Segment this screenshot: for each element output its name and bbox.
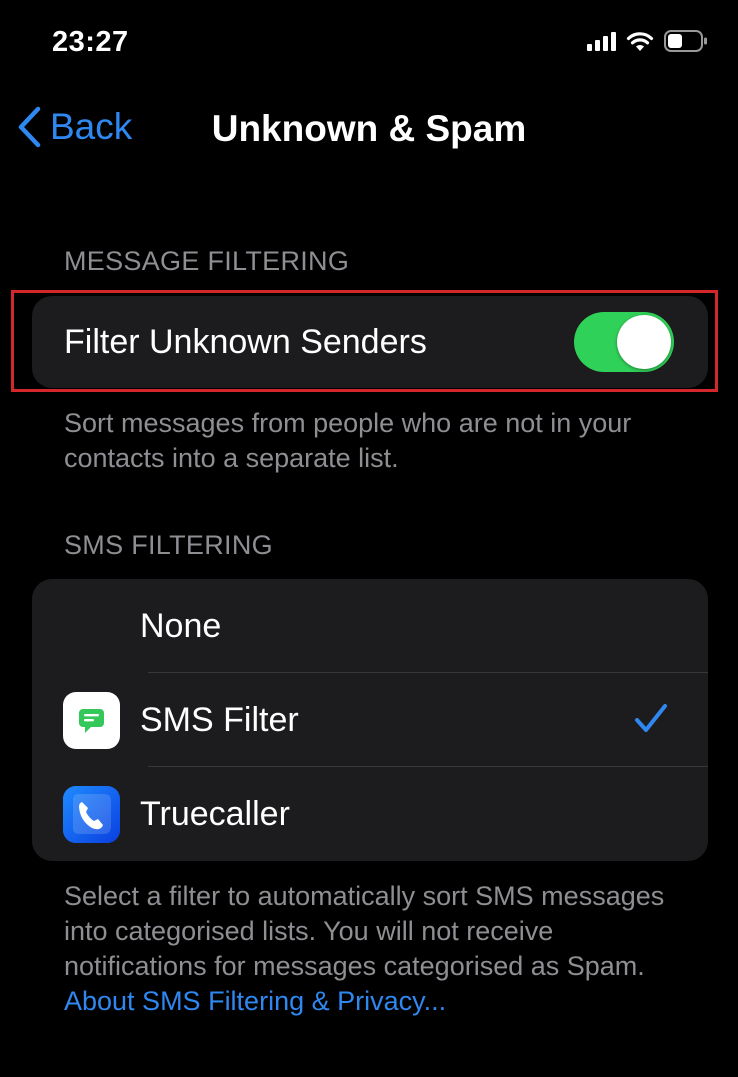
toggle-knob bbox=[617, 315, 671, 369]
filter-unknown-senders-row: Filter Unknown Senders bbox=[32, 296, 708, 388]
sms-option-label: Truecaller bbox=[140, 794, 290, 833]
status-time: 23:27 bbox=[52, 26, 129, 58]
sms-filtering-footer-text: Select a filter to automatically sort SM… bbox=[64, 881, 665, 981]
sms-option-label: SMS Filter bbox=[140, 700, 299, 739]
checkmark-icon bbox=[635, 704, 667, 732]
sms-filter-app-icon bbox=[63, 692, 120, 749]
filter-unknown-senders-toggle[interactable] bbox=[574, 312, 674, 372]
sms-filtering-header: SMS FILTERING bbox=[64, 530, 273, 560]
message-filtering-group: Filter Unknown Senders bbox=[32, 296, 708, 388]
message-filtering-footer: Sort messages from people who are not in… bbox=[64, 408, 632, 473]
about-sms-filtering-link[interactable]: About SMS Filtering & Privacy... bbox=[64, 986, 446, 1016]
sms-option-sms-filter[interactable]: SMS Filter bbox=[32, 673, 708, 767]
wifi-icon bbox=[626, 31, 654, 51]
cellular-signal-icon bbox=[587, 31, 616, 51]
sms-filtering-footer: Select a filter to automatically sort SM… bbox=[64, 879, 684, 1019]
page-title: Unknown & Spam bbox=[0, 108, 738, 150]
message-filtering-header: MESSAGE FILTERING bbox=[64, 246, 350, 276]
truecaller-app-icon bbox=[63, 786, 120, 843]
sms-filtering-group: None SMS Filter Truecaller bbox=[32, 579, 708, 861]
sms-option-label: None bbox=[140, 606, 222, 645]
sms-option-none[interactable]: None bbox=[32, 579, 708, 673]
filter-unknown-senders-label: Filter Unknown Senders bbox=[64, 322, 427, 361]
status-icons bbox=[587, 30, 708, 52]
page-title-text: Unknown & Spam bbox=[211, 108, 527, 149]
sms-option-truecaller[interactable]: Truecaller bbox=[32, 767, 708, 861]
battery-icon bbox=[664, 30, 707, 52]
